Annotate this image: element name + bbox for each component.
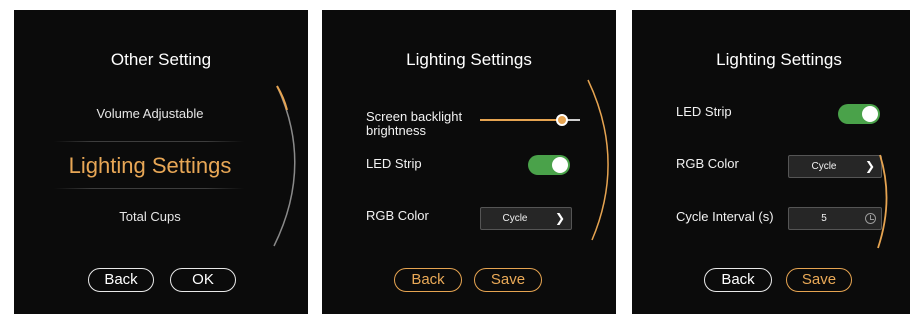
- rgb-color-label: RGB Color: [676, 156, 739, 171]
- chevron-right-icon: ❯: [864, 159, 875, 173]
- panel-title: Lighting Settings: [716, 50, 842, 69]
- panel-title: Lighting Settings: [406, 50, 532, 69]
- back-button[interactable]: Back: [704, 268, 772, 292]
- lighting-settings-cycle-panel: Lighting Settings LED Strip RGB Color Cy…: [632, 10, 910, 314]
- led-strip-label: LED Strip: [366, 156, 422, 171]
- backlight-label: Screen backlight brightness: [366, 109, 463, 138]
- rgb-color-select[interactable]: Cycle ❯: [788, 155, 882, 178]
- save-button[interactable]: Save: [786, 268, 852, 292]
- menu-item-lighting-settings[interactable]: Lighting Settings: [14, 153, 286, 179]
- rgb-color-value: Cycle: [502, 213, 528, 224]
- save-button[interactable]: Save: [474, 268, 542, 292]
- cycle-interval-value: 5: [821, 213, 827, 224]
- chevron-right-icon: ❯: [554, 211, 565, 225]
- toggle-knob: [862, 106, 878, 122]
- led-strip-toggle[interactable]: [838, 104, 880, 124]
- menu-item-volume-adjustable[interactable]: Volume Adjustable: [14, 106, 286, 121]
- menu-divider: [54, 188, 244, 189]
- menu-divider: [54, 141, 244, 142]
- other-setting-panel: Other Setting Volume Adjustable Lighting…: [14, 10, 308, 314]
- slider-fill: [480, 119, 562, 121]
- cycle-interval-label: Cycle Interval (s): [676, 209, 774, 224]
- back-button[interactable]: Back: [88, 268, 154, 292]
- clock-icon: [865, 213, 876, 224]
- rgb-color-select[interactable]: Cycle ❯: [480, 207, 572, 230]
- back-button[interactable]: Back: [394, 268, 462, 292]
- toggle-knob: [552, 157, 568, 173]
- ok-button[interactable]: OK: [170, 268, 236, 292]
- led-strip-label: LED Strip: [676, 104, 732, 119]
- panel-title: Other Setting: [110, 50, 212, 69]
- cycle-interval-input[interactable]: 5: [788, 207, 882, 230]
- lighting-settings-panel: Lighting Settings Screen backlight brigh…: [322, 10, 616, 314]
- led-strip-toggle[interactable]: [528, 155, 570, 175]
- menu-item-total-cups[interactable]: Total Cups: [14, 209, 286, 224]
- slider-thumb[interactable]: [556, 114, 568, 126]
- backlight-slider[interactable]: [480, 114, 580, 126]
- rgb-color-label: RGB Color: [366, 208, 429, 223]
- rgb-color-value: Cycle: [811, 161, 837, 172]
